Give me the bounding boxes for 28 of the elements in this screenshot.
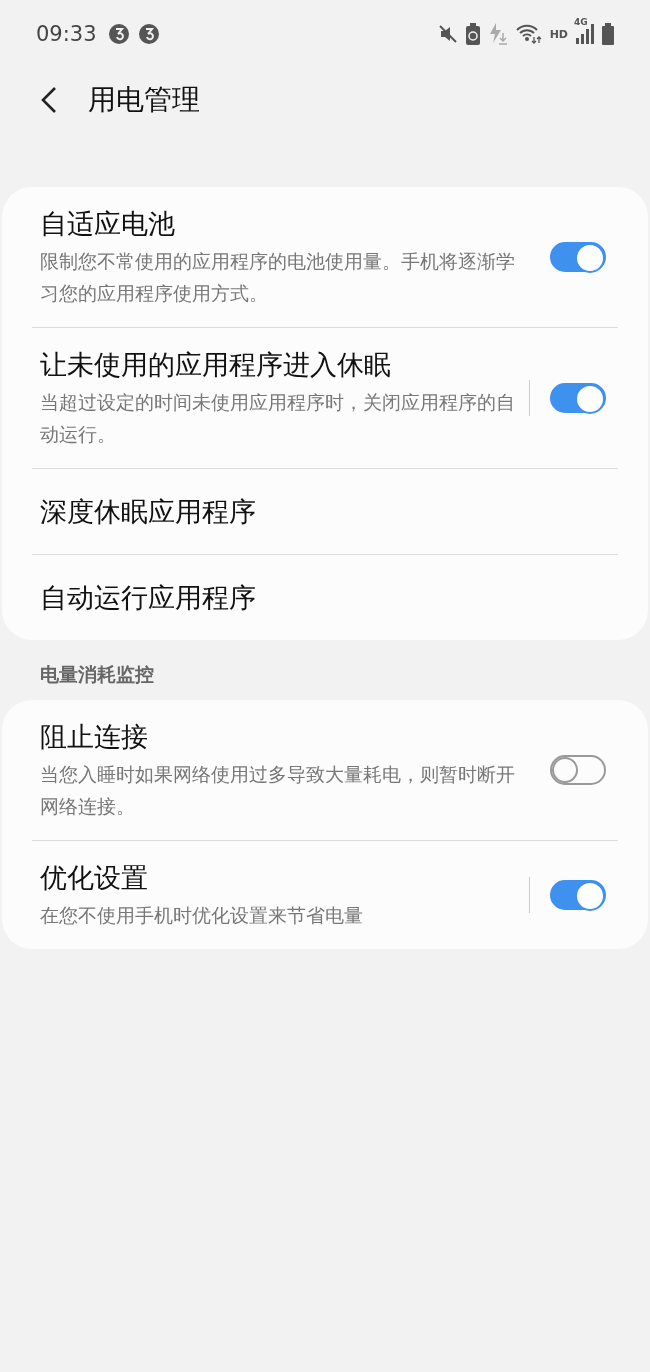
signal-icon (576, 24, 594, 44)
section-heading: 电量消耗监控 (39, 662, 155, 687)
setting-title[interactable]: 阻止连接 (40, 718, 529, 756)
back-icon[interactable] (40, 86, 58, 114)
wifi-icon (515, 23, 542, 45)
setting-title[interactable]: 自动运行应用程序 (40, 578, 618, 617)
mute-icon (437, 24, 458, 44)
clock: 09:33 (36, 22, 97, 46)
charging-icon (487, 23, 508, 45)
network-label: 4G (574, 17, 588, 27)
toggle-switch[interactable] (550, 242, 606, 272)
setting-title[interactable]: 让未使用的应用程序进入休眠 (40, 346, 529, 384)
notification-icon (138, 24, 159, 44)
setting-description: 当您入睡时如果网络使用过多导致大量耗电，则暂时断开网络连接。 (40, 762, 516, 819)
hd-label: HD (549, 27, 568, 41)
notification-icon (108, 24, 129, 44)
setting-title[interactable]: 优化设置 (40, 859, 529, 897)
battery-saver-icon (465, 23, 480, 45)
setting-description: 当超过设定的时间未使用应用程序时，关闭应用程序的自动运行。 (40, 390, 516, 447)
toggle-switch[interactable] (550, 755, 606, 785)
toggle-switch[interactable] (550, 880, 606, 910)
setting-title[interactable]: 深度休眠应用程序 (40, 492, 618, 531)
page-title: 用电管理 (88, 82, 200, 118)
toggle-switch[interactable] (550, 383, 606, 413)
battery-icon (602, 23, 614, 45)
setting-description: 在您不使用手机时优化设置来节省电量 (40, 903, 364, 928)
setting-title[interactable]: 自适应电池 (40, 205, 529, 243)
setting-description: 限制您不常使用的应用程序的电池使用量。手机将逐渐学习您的应用程序使用方式。 (40, 249, 516, 306)
